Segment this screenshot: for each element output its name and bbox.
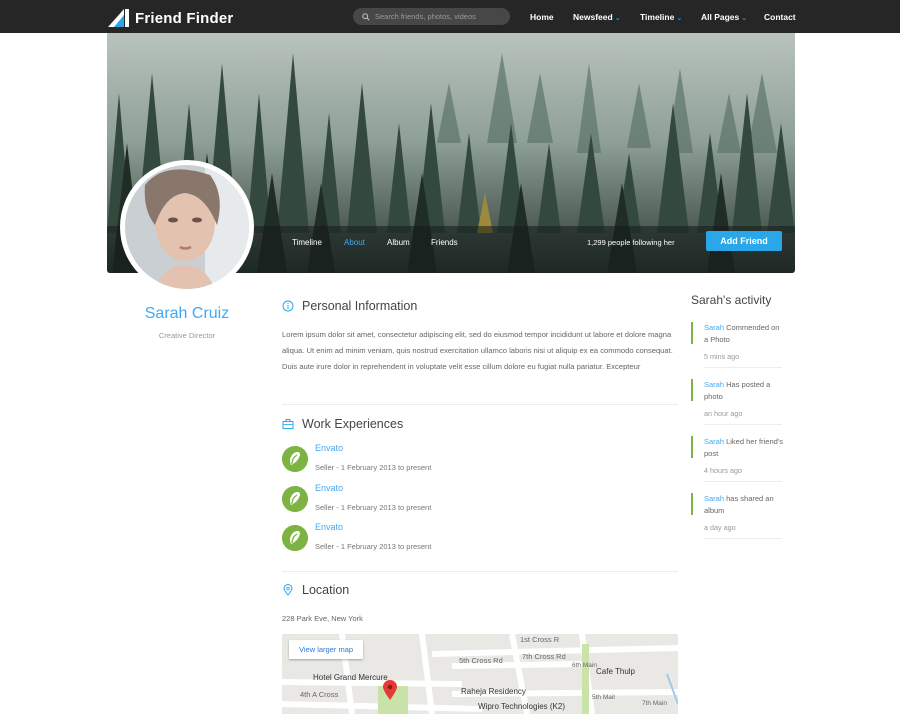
work-company[interactable]: Envato xyxy=(315,443,343,453)
search-input[interactable] xyxy=(375,12,505,21)
nav-newsfeed[interactable]: Newsfeed ⌄ xyxy=(573,12,621,22)
activity-text: Sarah Commended on a Photo xyxy=(704,322,784,345)
nav-contact[interactable]: Contact xyxy=(764,12,796,22)
followers-count: 1,299 people following her xyxy=(587,238,675,247)
envato-logo-icon xyxy=(282,486,308,512)
personal-info-heading: Personal Information xyxy=(282,299,417,313)
activity-time: 5 mins ago xyxy=(704,352,740,361)
activity-text: Sarah Liked her friend's post xyxy=(704,436,784,459)
map-label-raheja: Raheja Residency xyxy=(461,687,526,696)
top-navbar: Friend Finder Home Newsfeed⌄ Timeline⌄ A… xyxy=(0,0,900,33)
map-label-hotel: Hotel Grand Mercure xyxy=(313,673,388,682)
activity-bar xyxy=(691,436,693,458)
activity-bar xyxy=(691,322,693,344)
activity-bar xyxy=(691,379,693,401)
work-item: Envato Seller - 1 February 2013 to prese… xyxy=(282,522,582,556)
envato-logo-icon xyxy=(282,525,308,551)
map-marker-icon[interactable] xyxy=(383,680,397,700)
address: 228 Park Eve, New York xyxy=(282,614,363,623)
divider xyxy=(282,404,678,405)
divider xyxy=(704,481,782,482)
divider xyxy=(704,367,782,368)
map-label-4th-a-cross: 4th A Cross xyxy=(300,690,339,699)
location-heading: Location xyxy=(282,583,349,597)
activity-time: a day ago xyxy=(704,523,736,532)
tab-timeline[interactable]: Timeline xyxy=(292,238,322,247)
tab-album[interactable]: Album xyxy=(387,238,410,247)
envato-logo-icon xyxy=(282,446,308,472)
chevron-down-icon: ⌄ xyxy=(676,15,683,22)
activity-user[interactable]: Sarah xyxy=(704,323,724,332)
profile-role: Creative Director xyxy=(158,331,216,340)
work-company[interactable]: Envato xyxy=(315,483,343,493)
nav-all-pages-label: All Pages xyxy=(701,12,740,22)
nav-timeline[interactable]: Timeline ⌄ xyxy=(640,12,682,22)
briefcase-icon xyxy=(282,419,294,429)
divider xyxy=(704,538,782,539)
activity-text: Sarah has shared an album xyxy=(704,493,784,516)
profile-name: Sarah Cruiz xyxy=(144,305,230,322)
logo-text: Friend Finder xyxy=(135,9,234,27)
search-icon xyxy=(362,12,370,21)
nav-home[interactable]: Home xyxy=(530,12,554,22)
map-label-5th-main: 5th Mail xyxy=(592,694,615,701)
avatar-image xyxy=(125,165,249,289)
nav-newsfeed-label: Newsfeed xyxy=(573,12,613,22)
work-company[interactable]: Envato xyxy=(315,522,343,532)
activity-user[interactable]: Sarah xyxy=(704,494,724,503)
activity-title: Sarah's activity xyxy=(691,293,772,307)
logo-icon xyxy=(108,9,129,27)
divider xyxy=(704,424,782,425)
activity-user[interactable]: Sarah xyxy=(704,437,724,446)
work-detail: Seller - 1 February 2013 to present xyxy=(315,503,432,512)
chevron-down-icon: ⌄ xyxy=(741,15,748,22)
work-detail: Seller - 1 February 2013 to present xyxy=(315,463,432,472)
map-label-wipro: Wipro Technologies (K2) xyxy=(478,702,566,711)
work-detail: Seller - 1 February 2013 to present xyxy=(315,542,432,551)
location-title: Location xyxy=(302,583,350,597)
search-box[interactable] xyxy=(353,8,510,25)
activity-time: 4 hours ago xyxy=(704,466,742,475)
tab-friends[interactable]: Friends xyxy=(431,238,458,247)
view-larger-map-button[interactable]: View larger map xyxy=(289,640,364,659)
map-label-6th-main: 6th Main xyxy=(572,662,597,669)
work-item: Envato Seller - 1 February 2013 to prese… xyxy=(282,483,582,517)
map-label-1st-cross: 1st Cross R xyxy=(520,635,560,644)
chevron-down-icon: ⌄ xyxy=(614,15,621,22)
activity-bar xyxy=(691,493,693,515)
nav-all-pages[interactable]: All Pages ⌄ xyxy=(701,12,747,22)
nav-timeline-label: Timeline xyxy=(640,12,675,22)
location-pin-icon xyxy=(283,584,293,596)
activity-user[interactable]: Sarah xyxy=(704,380,724,389)
work-item: Envato Seller - 1 February 2013 to prese… xyxy=(282,443,582,477)
map-label-7th-cross: 7th Cross Rd xyxy=(522,652,566,661)
map-label-cafe: Cafe Thulp xyxy=(596,667,635,676)
info-icon xyxy=(282,300,294,312)
divider xyxy=(282,571,678,572)
map-label-5th-cross: 5th Cross Rd xyxy=(459,656,503,665)
map[interactable]: View larger map Hotel Grand Mercure Rahe… xyxy=(282,634,678,714)
logo[interactable]: Friend Finder xyxy=(108,8,233,28)
add-friend-button[interactable]: Add Friend xyxy=(706,231,782,251)
personal-info-text: Lorem ipsum dolor sit amet, consectetur … xyxy=(282,330,673,371)
map-label-7th-main: 7th Main xyxy=(642,700,667,707)
tab-about[interactable]: About xyxy=(344,238,365,247)
activity-text: Sarah Has posted a photo xyxy=(704,379,784,402)
work-experience-heading: Work Experiences xyxy=(282,417,403,431)
avatar[interactable] xyxy=(120,160,254,294)
activity-time: an hour ago xyxy=(704,409,743,418)
work-experience-title: Work Experiences xyxy=(302,417,404,431)
personal-info-title: Personal Information xyxy=(302,299,418,313)
